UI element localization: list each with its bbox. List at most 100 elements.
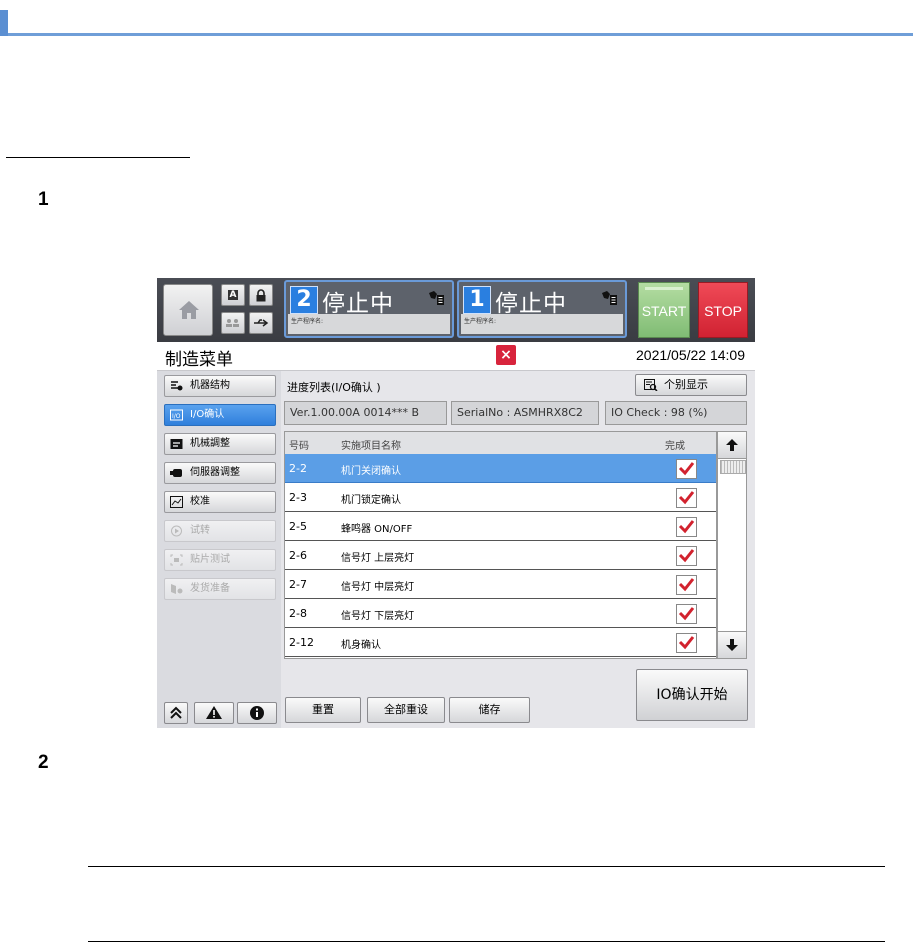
- column-header-done: 完成: [665, 441, 685, 452]
- completion-checkbox[interactable]: [676, 604, 697, 624]
- column-header-no: 号码: [289, 441, 309, 452]
- completion-checkbox[interactable]: [676, 575, 697, 595]
- sidebar-item-machine-config[interactable]: 机器结构: [164, 375, 276, 397]
- operator-button[interactable]: [221, 312, 245, 334]
- check-icon: [678, 491, 695, 505]
- check-icon: [678, 578, 695, 592]
- start-button[interactable]: START: [638, 282, 690, 338]
- completion-checkbox[interactable]: [676, 488, 697, 508]
- note-bottom-rule: [88, 941, 885, 942]
- table-row[interactable]: 2-3 机门锁定确认: [285, 483, 716, 512]
- completion-checkbox[interactable]: [676, 517, 697, 537]
- trial-run-icon: [171, 525, 182, 537]
- svg-text:I/O: I/O: [172, 413, 181, 420]
- arrow-down-icon: [726, 639, 738, 651]
- info-button[interactable]: [237, 702, 277, 724]
- mechanical-adjust-icon: [170, 439, 183, 449]
- warning-button[interactable]: [194, 702, 234, 724]
- auto-mode-icon: A: [227, 290, 239, 300]
- table-row[interactable]: 2-2 机门关闭确认: [285, 454, 716, 483]
- sidebar-item-label: 机器结构: [190, 380, 230, 391]
- io-check-field: IO Check : 98 (%): [605, 401, 747, 425]
- completion-checkbox[interactable]: [676, 633, 697, 653]
- version-field: Ver.1.00.00A 0014*** B: [284, 401, 447, 425]
- sidebar-item-trial-run[interactable]: 试转: [164, 520, 276, 542]
- scroll-down-button[interactable]: [718, 631, 746, 658]
- program-name-label: 生产程序名:: [288, 314, 450, 334]
- sidebar-item-label: 贴片测试: [190, 554, 230, 565]
- page-title: 制造菜单: [165, 350, 233, 370]
- check-icon: [678, 462, 695, 476]
- operator-icon: [226, 319, 239, 327]
- check-icon: [678, 549, 695, 563]
- sidebar-item-placement-test[interactable]: 贴片测试: [164, 549, 276, 571]
- main-panel: 进度列表(I/O确认 ) 个别显示 Ver.1.00.00A 0014*** B…: [281, 371, 755, 728]
- header-accent-bar: [0, 10, 8, 36]
- column-header-name: 实施项目名称: [341, 441, 401, 452]
- usb-icon: [254, 319, 269, 327]
- serial-number-field: SerialNo : ASMHRX8C2: [451, 401, 599, 425]
- lane-status-text: 停止中: [322, 291, 394, 317]
- check-icon: [678, 636, 695, 650]
- home-icon: [179, 301, 199, 319]
- warning-icon: [206, 706, 222, 719]
- scroll-up-button[interactable]: [718, 432, 746, 459]
- scroll-thumb[interactable]: [720, 460, 746, 474]
- row-number: 2-5: [289, 520, 307, 533]
- row-number: 2-8: [289, 607, 307, 620]
- completion-checkbox[interactable]: [676, 546, 697, 566]
- table-row[interactable]: 2-5 蜂鸣器 ON/OFF: [285, 512, 716, 541]
- placement-test-icon: [170, 554, 183, 566]
- io-check-start-button[interactable]: IO确认开始: [636, 669, 748, 721]
- table-row[interactable]: 2-7 信号灯 中层亮灯: [285, 570, 716, 599]
- row-item-name: 机身确认: [341, 640, 381, 651]
- row-item-name: 机门锁定确认: [341, 495, 401, 506]
- completion-checkbox[interactable]: [676, 459, 697, 479]
- individual-display-button[interactable]: 个别显示: [635, 374, 747, 396]
- row-item-name: 信号灯 上层亮灯: [341, 553, 415, 564]
- table-scrollbar[interactable]: [717, 431, 747, 659]
- sidebar-item-servo-adjust[interactable]: 伺服器调整: [164, 462, 276, 484]
- close-button[interactable]: ×: [496, 345, 516, 365]
- board-program-icon: [602, 291, 617, 305]
- lane-1-status[interactable]: 1 停止中 生产程序名:: [457, 280, 627, 338]
- home-button[interactable]: [163, 284, 213, 336]
- reset-button[interactable]: 重置: [285, 697, 361, 723]
- manufacturing-menu-screen: A 2 停止中 生产程序名: 1 停止中 生产程序名: START STOP 制…: [157, 278, 755, 728]
- lane-number: 1: [463, 286, 491, 314]
- shipping-prep-icon: [171, 584, 183, 594]
- io-icon: I/O: [170, 409, 183, 421]
- auto-mode-button[interactable]: A: [221, 284, 245, 306]
- row-item-name: 信号灯 中层亮灯: [341, 582, 415, 593]
- sidebar-item-label: 校准: [190, 496, 210, 507]
- row-number: 2-12: [289, 636, 314, 649]
- sidebar-item-calibration[interactable]: 校准: [164, 491, 276, 513]
- servo-icon: [170, 469, 182, 477]
- row-number: 2-7: [289, 578, 307, 591]
- table-row[interactable]: 2-12 机身确认: [285, 628, 716, 657]
- row-number: 2-3: [289, 491, 307, 504]
- table-header: 号码 实施项目名称 完成: [285, 432, 716, 455]
- program-name-label: 生产程序名:: [461, 314, 623, 334]
- io-check-table: 号码 实施项目名称 完成 2-2 机门关闭确认 2-3 机门锁定确认 2-5 蜂鸣器 ON…: [284, 431, 717, 659]
- individual-display-label: 个别显示: [664, 378, 708, 391]
- row-item-name: 机门关闭确认: [341, 466, 401, 477]
- header-rule: [8, 33, 913, 36]
- arrow-up-icon: [726, 439, 738, 451]
- sidebar-item-io-check[interactable]: I/O I/O确认: [164, 404, 276, 426]
- lock-button[interactable]: [249, 284, 273, 306]
- sidebar-item-shipping-prep[interactable]: 发货准备: [164, 578, 276, 600]
- usb-button[interactable]: [249, 312, 273, 334]
- reset-all-button[interactable]: 全部重设: [367, 697, 445, 723]
- lock-icon: [256, 288, 266, 301]
- note-top-rule: [88, 866, 885, 867]
- double-chevron-up-icon: [170, 706, 182, 719]
- lane-2-status[interactable]: 2 停止中 生产程序名:: [284, 280, 454, 338]
- table-row[interactable]: 2-8 信号灯 下层亮灯: [285, 599, 716, 628]
- collapse-button[interactable]: [164, 702, 188, 724]
- stop-button[interactable]: STOP: [698, 282, 748, 338]
- sidebar-item-mechanical-adjust[interactable]: 机械調整: [164, 433, 276, 455]
- table-row[interactable]: 2-6 信号灯 上层亮灯: [285, 541, 716, 570]
- row-item-name: 蜂鸣器 ON/OFF: [341, 524, 413, 535]
- save-button[interactable]: 储存: [449, 697, 530, 723]
